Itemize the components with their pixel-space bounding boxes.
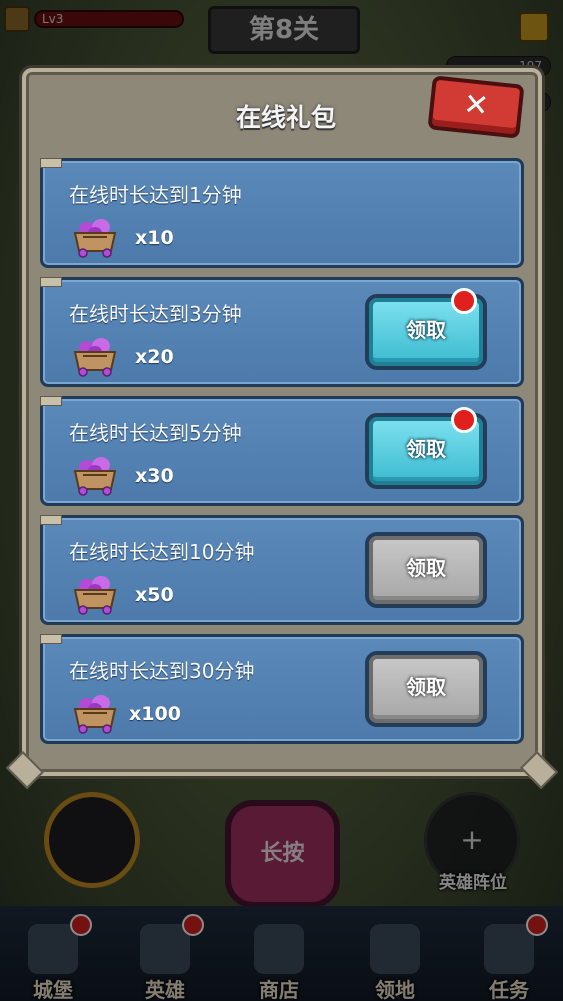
reward-quantity: x10 (135, 227, 174, 249)
close-button[interactable]: ✕ (427, 75, 525, 139)
gem-cart-icon (73, 576, 117, 615)
reward-condition: 在线时长达到10分钟 (69, 540, 255, 564)
close-icon: ✕ (461, 86, 491, 125)
gem-cart-icon (73, 338, 117, 377)
claim-button[interactable]: 领取 (365, 532, 487, 608)
reward-card: 在线时长达到30分钟 x100 领取 (40, 634, 524, 744)
reward-condition: 在线时长达到1分钟 (69, 183, 242, 207)
dialog-title: 在线礼包 (235, 103, 336, 132)
gem-cart-icon (73, 695, 117, 734)
card-corner-tab (40, 277, 62, 287)
reward-condition: 在线时长达到5分钟 (69, 421, 242, 445)
reward-quantity: x20 (135, 346, 174, 368)
reward-card: 在线时长达到5分钟 x30 领取 (40, 396, 524, 506)
reward-card: 在线时长达到3分钟 x20 领取 (40, 277, 524, 387)
online-gift-dialog: 在线礼包 ✕ 在线时长达到1分钟 x10 在线时长达到3分钟 x20 领取 在线… (5, 68, 559, 790)
reward-card: 在线时长达到10分钟 x50 领取 (40, 515, 524, 625)
notification-dot (451, 288, 477, 314)
card-corner-tab (40, 634, 62, 644)
reward-card: 在线时长达到1分钟 x10 (40, 158, 524, 268)
reward-quantity: x100 (129, 703, 181, 725)
reward-quantity: x50 (135, 584, 174, 606)
card-corner-tab (40, 158, 62, 168)
gem-cart-icon (73, 219, 117, 258)
claim-button[interactable]: 领取 (365, 651, 487, 727)
notification-dot (451, 407, 477, 433)
gem-cart-icon (73, 457, 117, 496)
reward-condition: 在线时长达到30分钟 (69, 659, 255, 683)
card-corner-tab (40, 515, 62, 525)
reward-condition: 在线时长达到3分钟 (69, 302, 242, 326)
card-corner-tab (40, 396, 62, 406)
reward-quantity: x30 (135, 465, 174, 487)
